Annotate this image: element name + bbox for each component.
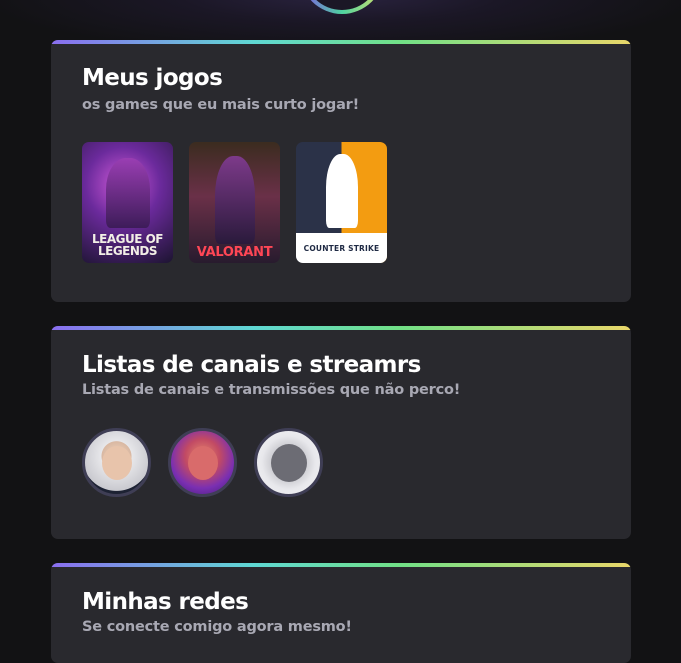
streamer-avatar-tiger-logo[interactable] bbox=[254, 428, 323, 497]
socials-card: Minhas redes Se conecte comigo agora mes… bbox=[51, 563, 631, 663]
streamer-avatar-1[interactable] bbox=[82, 428, 151, 497]
game-label: LEAGUE OF LEGENDS bbox=[92, 232, 164, 258]
profile-header bbox=[0, 0, 681, 40]
game-label: COUNTER STRIKE bbox=[303, 243, 380, 253]
socials-subtitle: Se conecte comigo agora mesmo! bbox=[82, 619, 352, 635]
game-valorant[interactable]: VALORANT bbox=[189, 142, 280, 263]
games-list: LEAGUE OF LEGENDS VALORANT COUNTER STRIK… bbox=[82, 142, 387, 263]
profile-avatar[interactable] bbox=[300, 0, 384, 14]
counter-strike-cover bbox=[325, 154, 358, 228]
streams-title: Listas de canais e streamrs bbox=[82, 352, 421, 378]
streamer-face bbox=[187, 445, 218, 480]
valorant-cover bbox=[214, 156, 255, 244]
games-subtitle: os games que eu mais curto jogar! bbox=[82, 97, 360, 113]
streamers-list bbox=[82, 428, 323, 497]
socials-title: Minhas redes bbox=[82, 589, 249, 615]
game-league-of-legends[interactable]: LEAGUE OF LEGENDS bbox=[82, 142, 173, 263]
streamer-face bbox=[101, 445, 132, 480]
games-card: Meus jogos os games que eu mais curto jo… bbox=[51, 40, 631, 302]
game-counter-strike[interactable]: COUNTER STRIKE bbox=[296, 142, 387, 263]
games-title: Meus jogos bbox=[82, 65, 223, 91]
tiger-icon bbox=[270, 443, 307, 482]
streamer-avatar-2[interactable] bbox=[168, 428, 237, 497]
game-label: VALORANT bbox=[196, 245, 273, 260]
streams-subtitle: Listas de canais e transmissões que não … bbox=[82, 382, 461, 398]
streams-card: Listas de canais e streamrs Listas de ca… bbox=[51, 326, 631, 539]
league-of-legends-cover bbox=[105, 158, 150, 228]
